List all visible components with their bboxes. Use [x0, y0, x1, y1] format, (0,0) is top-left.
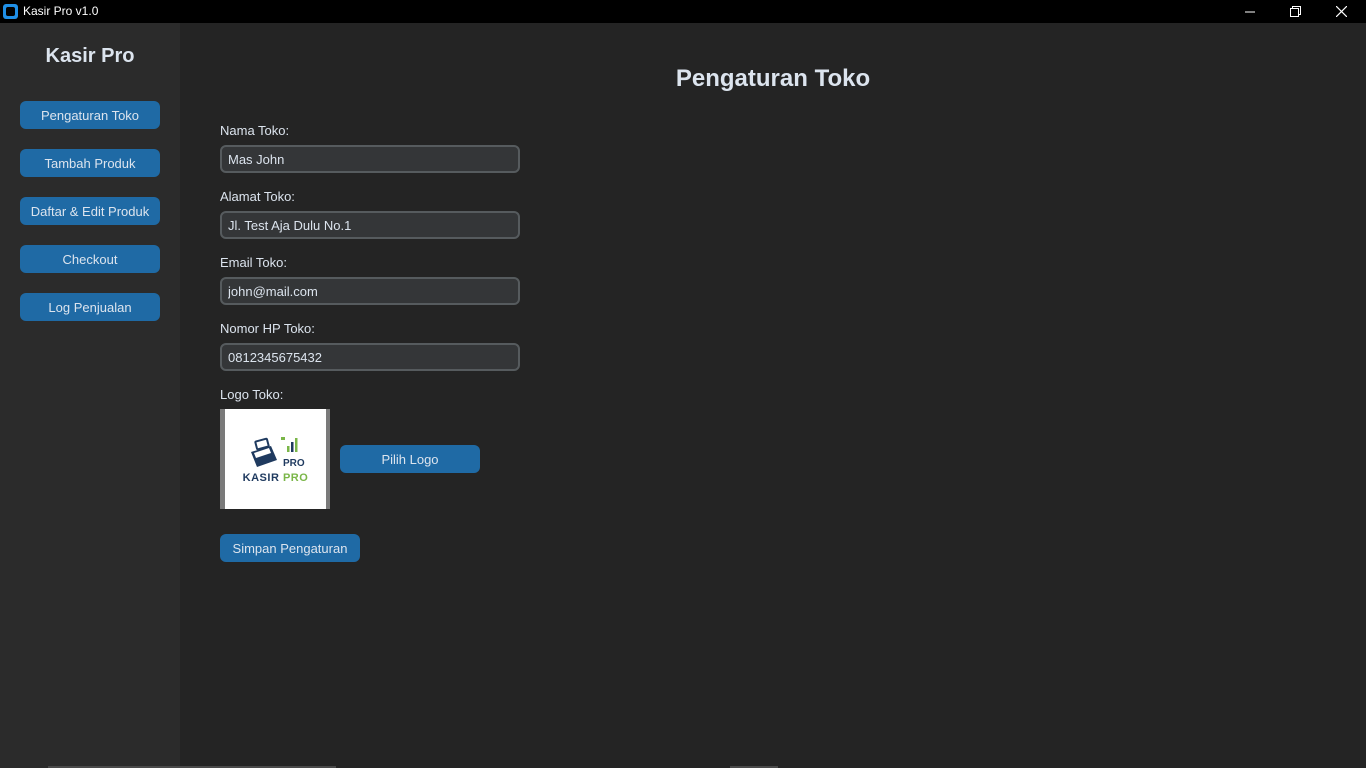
close-icon: [1335, 6, 1347, 17]
nav-pengaturan-toko-button[interactable]: Pengaturan Toko: [20, 101, 160, 129]
choose-logo-button[interactable]: Pilih Logo: [340, 445, 480, 473]
logo-word-kasir: KASIR: [242, 472, 280, 484]
save-settings-button[interactable]: Simpan Pengaturan: [220, 534, 360, 562]
store-email-input[interactable]: [220, 277, 520, 305]
page-title: Pengaturan Toko: [675, 65, 871, 92]
store-logo-label: Logo Toko:: [220, 387, 284, 402]
main-panel: Pengaturan Toko Nama Toko: Alamat Toko: …: [180, 23, 1366, 768]
store-email-label: Email Toko:: [220, 255, 287, 270]
nav-daftar-edit-produk-button[interactable]: Daftar & Edit Produk: [20, 197, 160, 225]
sidebar: Kasir Pro Pengaturan Toko Tambah Produk …: [0, 23, 180, 768]
store-name-input[interactable]: [220, 145, 520, 173]
app-icon: [3, 4, 18, 19]
sidebar-app-name: Kasir Pro: [45, 45, 135, 67]
logo-badge-text: PRO: [283, 458, 305, 469]
logo-word-pro: PRO: [282, 472, 309, 484]
minimize-button[interactable]: [1227, 0, 1273, 23]
store-phone-label: Nomor HP Toko:: [220, 321, 315, 336]
store-address-label: Alamat Toko:: [220, 189, 295, 204]
logo-wordmark: KASIR PRO: [243, 472, 309, 484]
restore-icon: [1289, 6, 1301, 17]
store-logo-preview: PRO KASIR PRO: [220, 409, 330, 509]
store-phone-input[interactable]: [220, 343, 520, 371]
store-name-label: Nama Toko:: [220, 123, 290, 138]
minimize-icon: [1245, 11, 1255, 12]
window-title: Kasir Pro v1.0: [23, 4, 99, 18]
nav-checkout-button[interactable]: Checkout: [20, 245, 160, 273]
restore-button[interactable]: [1272, 0, 1318, 23]
close-button[interactable]: [1318, 0, 1364, 23]
nav-tambah-produk-button[interactable]: Tambah Produk: [20, 149, 160, 177]
store-address-input[interactable]: [220, 211, 520, 239]
title-bar: Kasir Pro v1.0: [0, 0, 1366, 23]
nav-log-penjualan-button[interactable]: Log Penjualan: [20, 293, 160, 321]
cash-register-logo-icon: PRO: [250, 437, 305, 469]
